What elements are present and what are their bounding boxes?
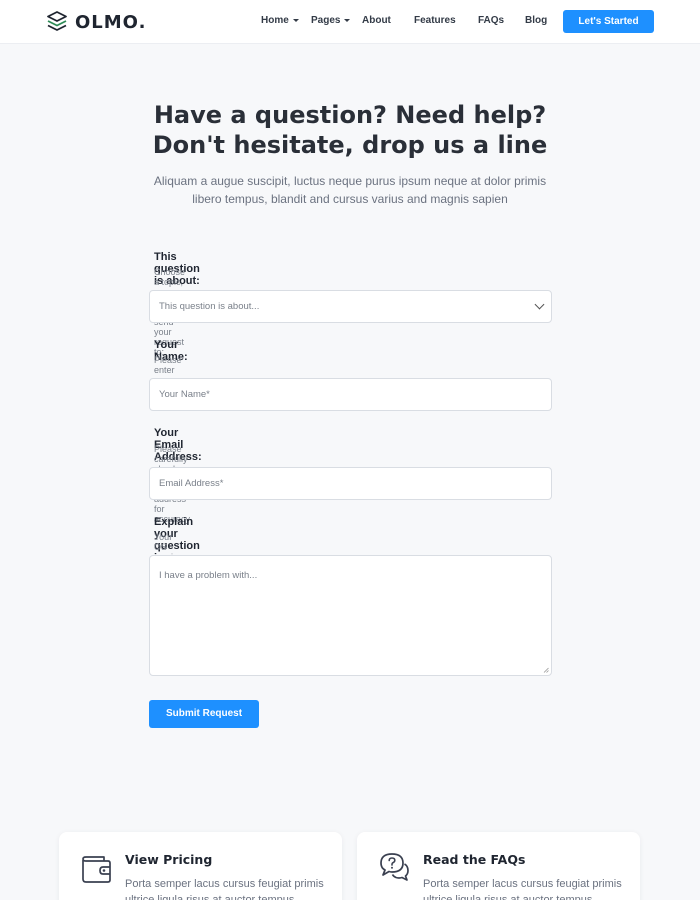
nav-item-pages[interactable]: Pages: [311, 15, 351, 26]
card-text: Porta semper lacus cursus feugiat primis…: [423, 878, 622, 900]
caret-down-icon: [292, 19, 299, 22]
nav-item-features[interactable]: Features: [414, 15, 456, 26]
faqs-card[interactable]: Read the FAQs Porta semper lacus cursus …: [357, 832, 640, 900]
email-input[interactable]: Email Address*: [149, 467, 552, 500]
lets-started-button[interactable]: Let's Started: [563, 10, 654, 33]
nav-item-about[interactable]: About: [362, 15, 391, 26]
details-textarea[interactable]: I have a problem with...: [149, 555, 552, 676]
topic-select-value: This question is about...: [159, 301, 260, 312]
name-input[interactable]: Your Name*: [149, 378, 552, 411]
submit-request-button[interactable]: Submit Request: [149, 700, 259, 728]
nav-label: FAQs: [478, 15, 505, 26]
brand-name: OLMO.: [75, 11, 147, 33]
brand-logo[interactable]: OLMO.: [46, 10, 146, 34]
nav-item-blog[interactable]: Blog: [525, 15, 547, 26]
resize-handle-icon[interactable]: [543, 667, 549, 673]
layers-logo-icon: [47, 11, 67, 31]
caret-down-icon: [344, 19, 351, 22]
card-text: Porta semper lacus cursus feugiat primis…: [125, 878, 324, 900]
card-title: View Pricing: [125, 852, 213, 867]
details-textarea-placeholder: I have a problem with...: [159, 570, 258, 581]
page-title-line2: Don't hesitate, drop us a line: [152, 131, 548, 159]
nav-label: Home: [261, 15, 289, 26]
site-header: OLMO. Home Pages About Features FAQs Blo…: [0, 0, 700, 44]
card-title: Read the FAQs: [423, 852, 526, 867]
nav-label: Blog: [525, 15, 548, 26]
name-input-placeholder: Your Name*: [159, 389, 210, 400]
nav-item-faqs[interactable]: FAQs: [478, 15, 504, 26]
question-chat-icon: [380, 853, 409, 881]
topic-select[interactable]: This question is about...: [149, 290, 552, 323]
nav-item-home[interactable]: Home: [261, 15, 299, 26]
email-input-placeholder: Email Address*: [159, 478, 224, 489]
page-title-line1: Have a question? Need help?: [153, 101, 547, 129]
page-title: Have a question? Need help? Don't hesita…: [0, 100, 700, 160]
nav-label: About: [362, 15, 391, 26]
page-subtitle: Aliquam a augue suscipit, luctus neque p…: [153, 174, 547, 206]
pricing-card[interactable]: View Pricing Porta semper lacus cursus f…: [59, 832, 342, 900]
nav-label: Pages: [311, 15, 341, 26]
wallet-icon: [82, 856, 111, 883]
nav-label: Features: [414, 15, 456, 26]
chevron-down-icon: [534, 299, 545, 310]
